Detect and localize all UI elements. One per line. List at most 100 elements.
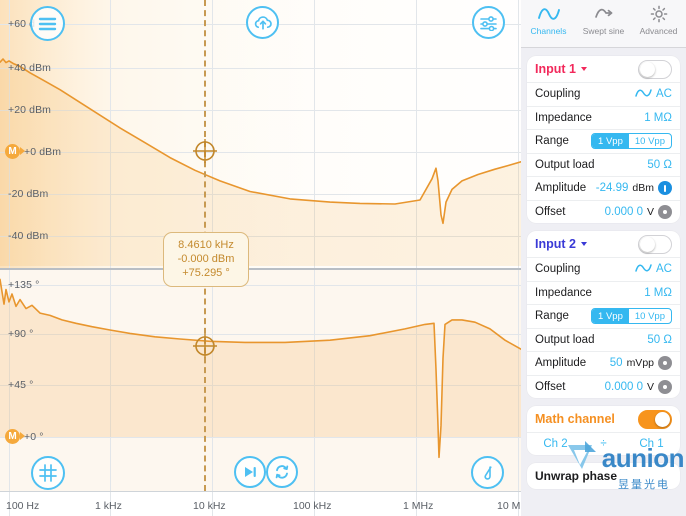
input2-amplitude-value: 50 [609,357,623,370]
math-channel-header[interactable]: Math channel [527,406,680,432]
input1-range-row[interactable]: Range 1 Vpp 10 Vpp [527,129,680,153]
input1-offset-knob-icon[interactable] [658,204,672,219]
input1-range-option-10vpp[interactable]: 10 Vpp [629,134,671,148]
panel-tabs[interactable]: Channels Swept sine Advanced [521,0,686,48]
cursor-magnitude: -0.000 dBm [177,253,235,265]
input1-offset-unit: V [646,205,654,218]
input2-offset-row[interactable]: Offset 0.000 0 V [527,374,680,399]
input2-output-load-value: 50 Ω [647,333,672,346]
cursor-phase: +75.295 ° [182,267,230,279]
input2-output-load-row[interactable]: Output load 50 Ω [527,327,680,352]
y-tick-magnitude: +0 dBm [24,146,62,158]
input1-coupling-row[interactable]: Coupling AC [527,82,680,106]
y-tick-phase: +0 ° [24,431,44,443]
input2-coupling-row[interactable]: Coupling AC [527,257,680,281]
marker-crosshair-phase[interactable] [191,332,219,360]
input1-title-wrap: Input 1 [535,62,638,76]
input2-title: Input 2 [535,237,576,251]
input2-impedance-value: 1 MΩ [644,286,672,299]
input1-header[interactable]: Input 1 [527,56,680,82]
tab-swept-sine[interactable]: Swept sine [576,4,631,36]
gauge-icon[interactable] [471,456,504,489]
input1-range-option-1vpp[interactable]: 1 Vpp [592,134,629,149]
cursor-line-phase[interactable] [204,269,206,491]
input1-range-segmented[interactable]: 1 Vpp 10 Vpp [591,133,672,150]
input2-offset-knob-icon[interactable] [658,379,672,394]
math-channel-card[interactable]: Math channel Ch 2 ÷ Ch 1 [527,406,680,455]
cursor-frequency: 8.4610 kHz [178,239,234,251]
x-tick: 1 kHz [95,500,122,512]
math-channel-title: Math channel [535,412,615,426]
y-tick-magnitude: +20 dBm [8,104,52,116]
input1-impedance-row[interactable]: Impedance 1 MΩ [527,105,680,130]
math-channel-operation[interactable]: Ch 2 ÷ Ch 1 [527,432,680,455]
input2-offset-label: Offset [535,380,566,393]
math-channel-toggle[interactable] [638,409,672,429]
plot-area[interactable]: +60 d +40 dBm +20 dBm +0 dBm -20 dBm -40… [0,0,521,516]
tab-advanced-label: Advanced [639,26,678,36]
input2-amplitude-unit: mVpp [626,357,654,370]
input2-range-option-10vpp[interactable]: 10 Vpp [629,309,671,323]
tab-advanced[interactable]: Advanced [631,4,686,36]
input2-range-option-1vpp[interactable]: 1 Vpp [592,309,629,324]
input2-header[interactable]: Input 2 [527,231,680,257]
input1-amplitude-unit: dBm [632,182,654,195]
input1-card[interactable]: Input 1 Coupling AC Impedance 1 MΩ Range… [527,56,680,223]
tab-channels-label: Channels [530,26,567,36]
grid-icon[interactable] [31,456,65,490]
input2-range-row[interactable]: Range 1 Vpp 10 Vpp [527,304,680,328]
x-tick: 100 Hz [6,500,40,512]
input2-range-label: Range [535,310,569,323]
math-operand-b[interactable]: Ch 1 [639,438,663,450]
input1-output-load-row[interactable]: Output load 50 Ω [527,152,680,177]
input1-output-load-label: Output load [535,158,595,171]
y-tick-magnitude: -20 dBm [8,188,49,200]
hamburger-menu-icon[interactable] [30,6,65,41]
math-operator[interactable]: ÷ [600,438,606,450]
input2-card[interactable]: Input 2 Coupling AC Impedance 1 MΩ Range… [527,231,680,398]
step-forward-icon[interactable] [234,456,266,488]
input2-title-wrap: Input 2 [535,237,638,251]
input1-title: Input 1 [535,62,576,76]
chevron-down-icon[interactable] [580,67,587,71]
y-tick-phase: +135 ° [8,279,40,291]
unwrap-phase-card[interactable]: Unwrap phase [527,463,680,489]
input2-range-segmented[interactable]: 1 Vpp 10 Vpp [591,308,672,325]
input2-offset-value: 0.000 0 [604,380,643,393]
x-tick: 10 MHz [497,500,521,512]
input1-amplitude-value: -24.99 [595,182,629,195]
input2-amplitude-knob-icon[interactable] [658,356,672,371]
cloud-upload-icon[interactable] [246,6,279,39]
marker-badge-magnitude[interactable]: M [5,144,25,159]
input1-toggle[interactable] [638,59,672,79]
x-tick: 1 MHz [403,500,434,512]
marker-badge-phase[interactable]: M [5,429,25,444]
input1-coupling-value: AC [656,88,672,101]
math-operand-a[interactable]: Ch 2 [543,438,567,450]
input1-impedance-label: Impedance [535,111,592,124]
input2-amplitude-label: Amplitude [535,357,587,370]
input1-impedance-value: 1 MΩ [644,111,672,124]
input1-offset-row[interactable]: Offset 0.000 0 V [527,199,680,224]
marker-crosshair-magnitude[interactable] [191,137,219,165]
cursor-line-magnitude[interactable] [204,0,206,268]
chevron-down-icon[interactable] [580,242,587,246]
input2-coupling-label: Coupling [535,263,581,276]
input1-offset-value: 0.000 0 [604,205,643,218]
input2-impedance-row[interactable]: Impedance 1 MΩ [527,280,680,305]
tab-channels[interactable]: Channels [521,4,576,36]
unwrap-phase-row[interactable]: Unwrap phase [527,463,680,489]
input2-toggle[interactable] [638,234,672,254]
input1-amplitude-row[interactable]: Amplitude -24.99 dBm [527,176,680,200]
y-tick-magnitude: -40 dBm [8,230,49,242]
chart-curves [0,58,521,459]
loop-repeat-icon[interactable] [266,456,298,488]
input1-output-load-value: 50 Ω [647,158,672,171]
ac-wave-icon [635,88,652,101]
input1-amplitude-knob-icon[interactable] [658,181,672,196]
x-tick: 10 kHz [193,500,226,512]
sliders-icon[interactable] [472,6,505,39]
settings-panel[interactable]: Channels Swept sine Advanced Input 1 Cou… [521,0,686,516]
tab-swept-sine-label: Swept sine [582,26,625,36]
input2-amplitude-row[interactable]: Amplitude 50 mVpp [527,351,680,375]
